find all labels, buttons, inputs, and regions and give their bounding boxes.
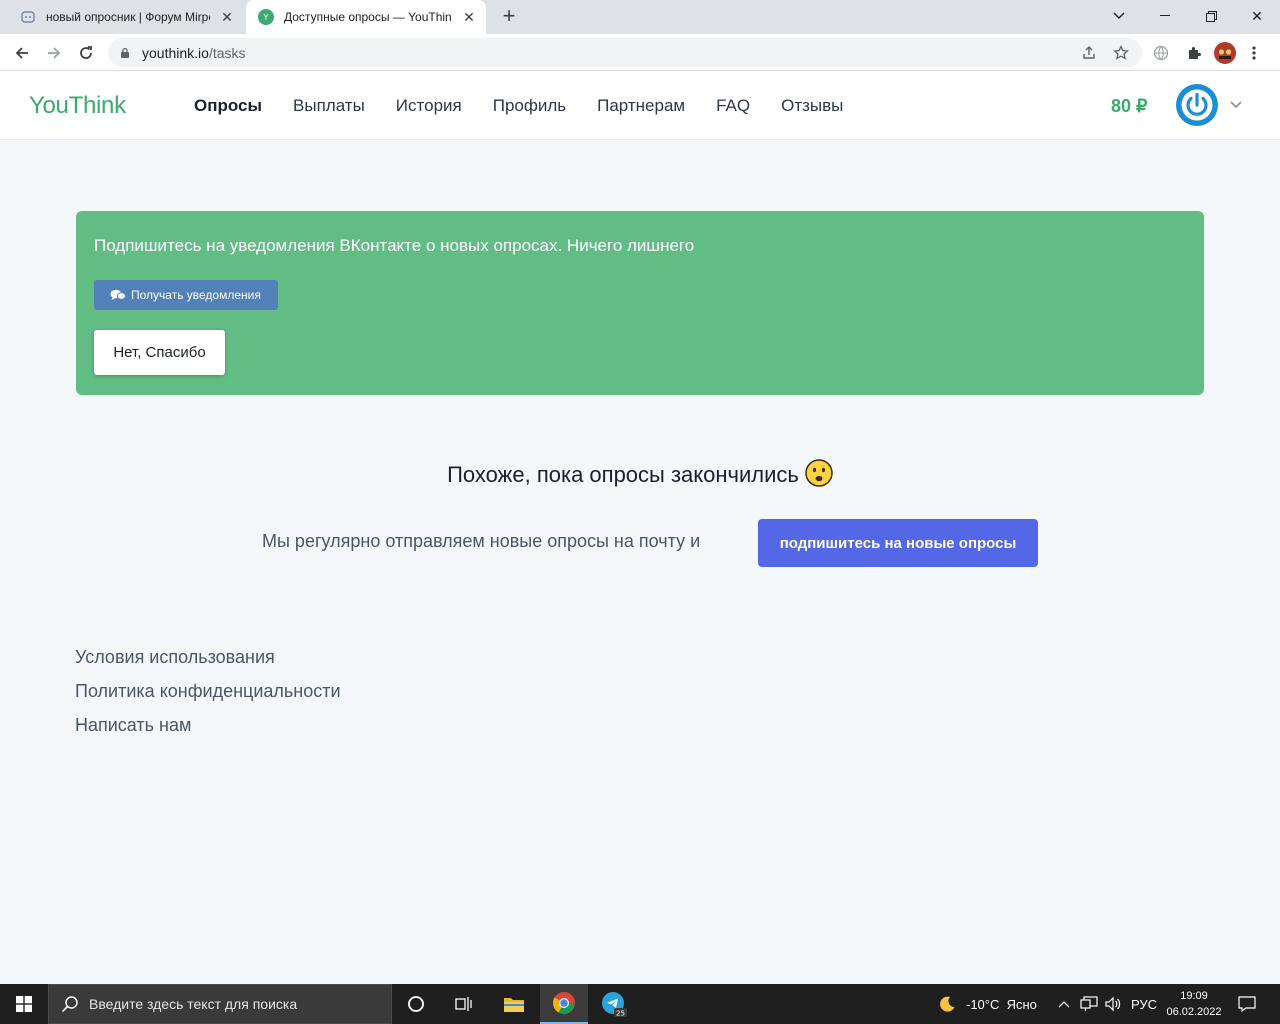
clock-time: 19:09 (1180, 990, 1208, 1002)
tab-forum[interactable]: новый опросник | Форум Mirpe ✕ (8, 0, 244, 34)
weather-widget[interactable]: -10°C Ясно (938, 984, 1037, 1024)
extensions-puzzle-icon[interactable] (1183, 42, 1205, 64)
taskbar-search-box[interactable]: Введите здесь текст для поиска (48, 984, 392, 1024)
close-icon[interactable]: ✕ (460, 8, 478, 26)
footer-links: Условия использования Политика конфиденц… (75, 646, 341, 748)
nav-surveys[interactable]: Опросы (194, 96, 262, 116)
minimize-icon[interactable] (1142, 0, 1188, 32)
bookmark-star-icon[interactable] (1112, 44, 1130, 62)
reload-icon[interactable] (72, 39, 100, 67)
contact-link[interactable]: Написать нам (75, 714, 341, 748)
weather-text: -10°C Ясно (966, 996, 1037, 1012)
close-icon[interactable]: ✕ (218, 8, 236, 26)
tab-title: Доступные опросы — YouThink (284, 10, 452, 24)
windows-taskbar: Введите здесь текст для поиска 25 -10°C … (0, 984, 1280, 1024)
nav-profile[interactable]: Профиль (493, 96, 566, 116)
forward-arrow-icon[interactable] (40, 39, 68, 67)
language-indicator[interactable]: РУС (1131, 984, 1157, 1024)
vpn-globe-icon[interactable] (1150, 42, 1172, 64)
privacy-link[interactable]: Политика конфиденциальности (75, 680, 341, 714)
youthink-logo[interactable]: YouThink (29, 92, 126, 120)
restore-icon[interactable] (1188, 0, 1234, 32)
nav-payouts[interactable]: Выплаты (293, 96, 365, 116)
back-arrow-icon[interactable] (8, 39, 36, 67)
terms-link[interactable]: Условия использования (75, 646, 341, 680)
profile-avatar-icon[interactable] (1214, 42, 1236, 64)
vk-subscribe-button[interactable]: Получать уведомления (94, 280, 278, 310)
network-icon[interactable] (1080, 984, 1098, 1024)
taskbar-clock[interactable]: 19:09 06.02.2022 (1160, 988, 1228, 1020)
nav-faq[interactable]: FAQ (716, 96, 750, 116)
balance-amount[interactable]: 80 ₽ (1111, 96, 1147, 117)
empty-state-text: Мы регулярно отправляем новые опросы на … (262, 531, 701, 551)
speech-bubbles-icon (110, 289, 126, 302)
moon-icon (938, 995, 956, 1013)
lock-icon[interactable] (120, 47, 132, 59)
chevron-down-icon[interactable] (1229, 97, 1243, 111)
search-icon (61, 995, 81, 1013)
cortana-circle-icon[interactable] (392, 984, 440, 1024)
nav-reviews[interactable]: Отзывы (781, 96, 843, 116)
svg-text:Y: Y (263, 13, 269, 22)
vk-notification-banner: Подпишитесь на уведомления ВКонтакте о н… (76, 211, 1204, 395)
power-avatar-icon[interactable] (1176, 84, 1218, 126)
tray-chevron-up-icon[interactable] (1058, 984, 1070, 1024)
share-icon[interactable] (1080, 44, 1098, 62)
chrome-taskbar-icon[interactable] (540, 984, 588, 1024)
site-header: YouThink Опросы Выплаты История Профиль … (0, 71, 1280, 140)
vk-subscribe-label: Получать уведомления (131, 288, 261, 302)
volume-icon[interactable] (1104, 984, 1122, 1024)
url-text: youthink.io/tasks (142, 44, 246, 61)
nav-history[interactable]: История (396, 96, 462, 116)
task-view-icon[interactable] (440, 984, 488, 1024)
forum-favicon-icon (20, 9, 36, 25)
subscribe-new-surveys-button[interactable]: подпишитесь на новые опросы (758, 519, 1038, 567)
notice-text: Подпишитесь на уведомления ВКонтакте о н… (94, 236, 695, 255)
tab-title: новый опросник | Форум Mirpe (46, 10, 210, 24)
main-nav: Опросы Выплаты История Профиль Партнерам… (194, 96, 874, 116)
window-close-icon[interactable]: ✕ (1234, 0, 1280, 32)
new-tab-plus-icon[interactable]: + (498, 5, 520, 28)
search-placeholder: Введите здесь текст для поиска (89, 996, 298, 1012)
sad-face-emoji-icon (805, 459, 833, 493)
windows-start-icon[interactable] (0, 984, 48, 1024)
clock-date: 06.02.2022 (1166, 1006, 1222, 1018)
telegram-badge: 25 (616, 1010, 625, 1018)
telegram-taskbar-icon[interactable]: 25 (590, 984, 638, 1024)
browser-menu-icon[interactable] (1243, 42, 1265, 64)
browser-tabstrip: новый опросник | Форум Mirpe ✕ Y Доступн… (0, 0, 1280, 34)
notifications-icon[interactable] (1238, 984, 1256, 1024)
decline-button[interactable]: Нет, Спасибо (94, 330, 225, 375)
nav-partners[interactable]: Партнерам (597, 96, 685, 116)
browser-toolbar: youthink.io/tasks (0, 34, 1280, 71)
address-bar[interactable]: youthink.io/tasks (108, 38, 1142, 67)
youthink-favicon-icon: Y (258, 9, 274, 25)
tab-youthink[interactable]: Y Доступные опросы — YouThink ✕ (246, 0, 486, 34)
file-explorer-icon[interactable] (490, 984, 538, 1024)
tab-search-chevron-icon[interactable] (1096, 0, 1142, 32)
empty-state-title: Похоже, пока опросы закончились (0, 459, 1280, 493)
